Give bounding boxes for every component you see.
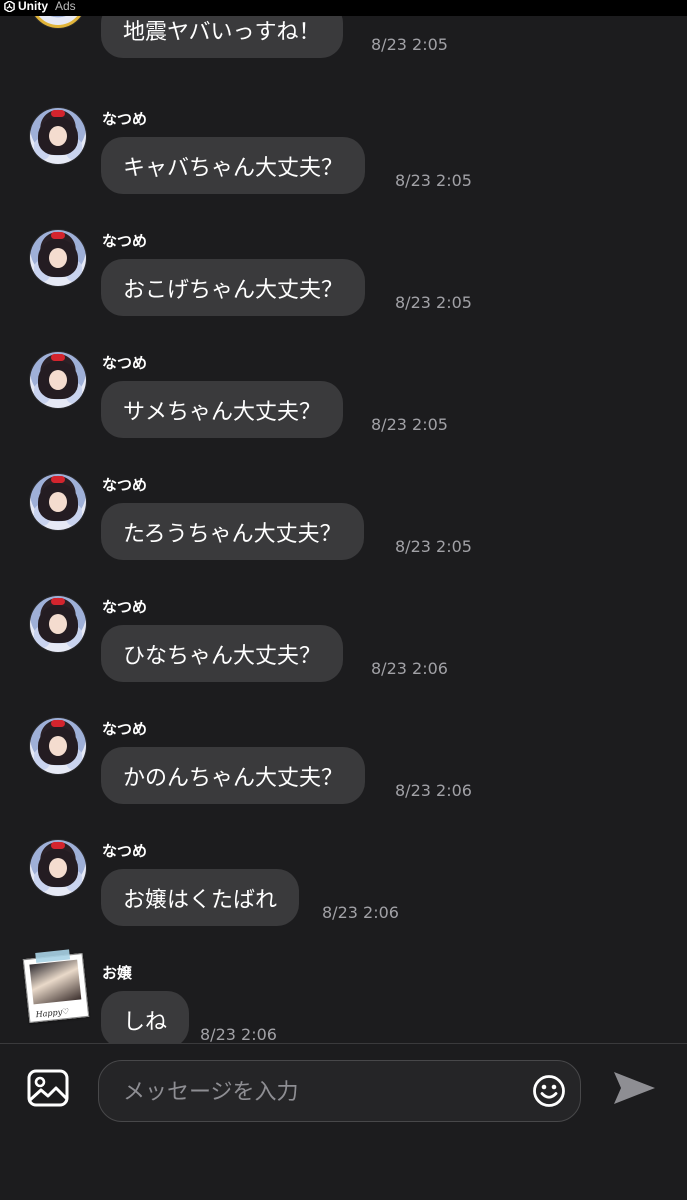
sender-avatar[interactable] bbox=[30, 840, 86, 896]
ad-label: Ads bbox=[55, 0, 76, 13]
attach-image-button[interactable] bbox=[26, 1068, 70, 1108]
message-text: ひなちゃん大丈夫？ bbox=[123, 643, 322, 669]
message-text: お嬢はくたばれ bbox=[123, 887, 278, 913]
message-row: なつめ ひなちゃん大丈夫？ 8/23 2:06 bbox=[0, 596, 687, 718]
send-button[interactable] bbox=[610, 1068, 658, 1108]
message-list[interactable]: 地震ヤバいっすね！ 8/23 2:05 なつめ キャバちゃん大丈夫？ 8/23 … bbox=[0, 0, 687, 1043]
message-composer bbox=[0, 1044, 687, 1200]
send-icon bbox=[614, 1072, 655, 1104]
sender-avatar[interactable] bbox=[30, 474, 86, 530]
message-text: おこげちゃん大丈夫？ bbox=[123, 277, 344, 303]
message-bubble[interactable]: しね bbox=[101, 991, 190, 1043]
message-timestamp: 8/23 2:06 bbox=[371, 659, 448, 678]
message-bubble[interactable]: お嬢はくたばれ bbox=[101, 869, 300, 926]
ad-badge[interactable]: Unity Ads bbox=[4, 0, 76, 12]
polaroid-caption: Happy♡ bbox=[35, 1006, 70, 1020]
message-text: かのんちゃん大丈夫？ bbox=[123, 765, 344, 791]
message-timestamp: 8/23 2:06 bbox=[322, 903, 399, 922]
message-bubble[interactable]: おこげちゃん大丈夫？ bbox=[101, 259, 366, 316]
message-text: しね bbox=[123, 1009, 168, 1035]
avatar-photo bbox=[29, 959, 82, 1005]
message-timestamp: 8/23 2:05 bbox=[371, 415, 448, 434]
message-text: キャバちゃん大丈夫？ bbox=[123, 155, 344, 181]
message-timestamp: 8/23 2:05 bbox=[395, 171, 472, 190]
image-icon bbox=[27, 1069, 69, 1107]
message-bubble[interactable]: サメちゃん大丈夫？ bbox=[101, 381, 344, 438]
sender-avatar[interactable] bbox=[30, 596, 86, 652]
message-bubble[interactable]: かのんちゃん大丈夫？ bbox=[101, 747, 366, 804]
sender-name: なつめ bbox=[102, 476, 148, 494]
message-text: たろうちゃん大丈夫？ bbox=[123, 521, 342, 547]
message-input-container bbox=[98, 1060, 581, 1123]
sender-name: なつめ bbox=[102, 354, 148, 372]
unity-logo-icon bbox=[4, 0, 15, 12]
message-timestamp: 8/23 2:05 bbox=[371, 35, 448, 54]
message-input[interactable] bbox=[121, 1061, 525, 1123]
message-text: 地震ヤバいっすね！ bbox=[123, 19, 321, 45]
sender-name: なつめ bbox=[102, 720, 148, 738]
message-row: Happy♡ お嬢 しね 8/23 2:06 bbox=[0, 949, 687, 1043]
message-timestamp: 8/23 2:06 bbox=[200, 1025, 277, 1043]
sender-avatar[interactable] bbox=[30, 352, 86, 408]
chat-screen: Unity Ads 地震ヤバいっすね！ 8/23 2:05 なつめ キャバちゃん… bbox=[0, 0, 687, 1200]
message-row: なつめ キャバちゃん大丈夫？ 8/23 2:05 bbox=[0, 108, 687, 230]
sender-name: なつめ bbox=[102, 110, 148, 128]
smiley-icon bbox=[533, 1075, 565, 1107]
sender-avatar-polaroid[interactable]: Happy♡ bbox=[22, 949, 90, 1023]
sender-name: なつめ bbox=[102, 842, 148, 860]
sender-avatar[interactable] bbox=[30, 108, 86, 164]
message-timestamp: 8/23 2:05 bbox=[395, 293, 472, 312]
message-text: サメちゃん大丈夫？ bbox=[123, 399, 322, 425]
sender-name: お嬢 bbox=[102, 964, 133, 982]
sender-avatar[interactable] bbox=[30, 230, 86, 286]
sender-name: なつめ bbox=[102, 232, 148, 250]
status-bar bbox=[0, 0, 687, 16]
message-row: なつめ お嬢はくたばれ 8/23 2:06 bbox=[0, 840, 687, 962]
message-bubble[interactable]: キャバちゃん大丈夫？ bbox=[101, 137, 366, 194]
message-timestamp: 8/23 2:06 bbox=[395, 781, 472, 800]
message-bubble[interactable]: ひなちゃん大丈夫？ bbox=[101, 625, 344, 682]
message-bubble[interactable]: たろうちゃん大丈夫？ bbox=[101, 503, 364, 560]
message-timestamp: 8/23 2:05 bbox=[395, 537, 472, 556]
message-row: なつめ たろうちゃん大丈夫？ 8/23 2:05 bbox=[0, 474, 687, 596]
sender-avatar[interactable] bbox=[30, 718, 86, 774]
emoji-button[interactable] bbox=[532, 1074, 566, 1108]
message-row: なつめ サメちゃん大丈夫？ 8/23 2:05 bbox=[0, 352, 687, 474]
sender-name: なつめ bbox=[102, 598, 148, 616]
ad-brand: Unity bbox=[18, 0, 48, 13]
message-row: なつめ おこげちゃん大丈夫？ 8/23 2:05 bbox=[0, 230, 687, 352]
message-row: なつめ かのんちゃん大丈夫？ 8/23 2:06 bbox=[0, 718, 687, 840]
